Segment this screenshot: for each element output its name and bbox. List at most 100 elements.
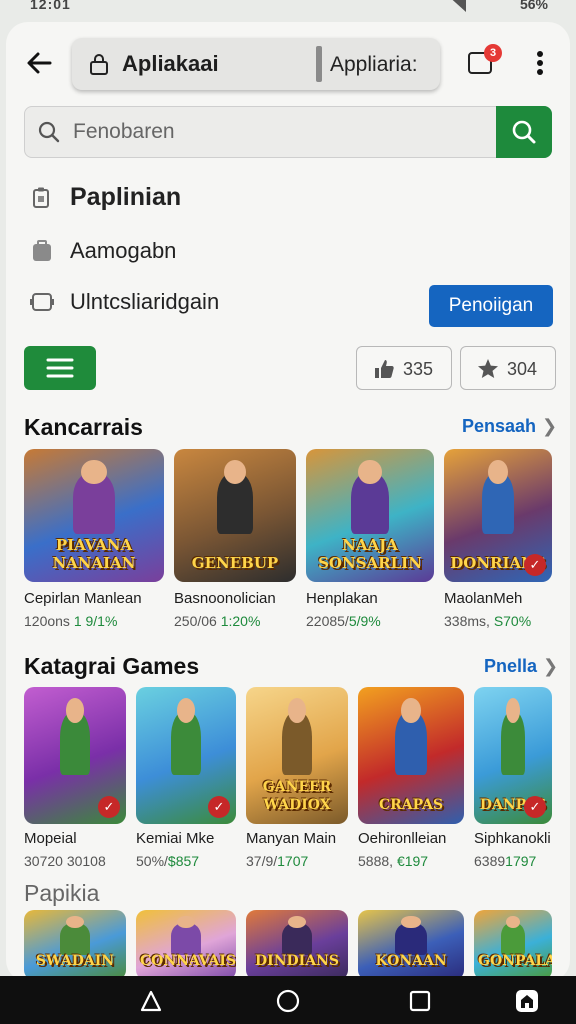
status-bar: 12:01 56%	[0, 0, 576, 22]
thumbs-up-icon	[375, 360, 394, 378]
app-thumbnail[interactable]: CRAPAS	[358, 687, 464, 824]
app-name[interactable]: Cepirlan Manlean	[24, 590, 142, 607]
app-thumbnail-title: SWADAIN	[35, 953, 115, 969]
app-name[interactable]: Siphkanokli	[474, 830, 551, 847]
app-thumbnail-title: GENEBUP	[191, 554, 279, 572]
app-thumbnail[interactable]: DONRIANS ✓	[444, 449, 552, 582]
app-thumbnail-title: CONNAVAIS	[140, 953, 236, 969]
stars-count: 304	[507, 359, 538, 379]
menu-item-label: Paplinian	[70, 183, 182, 211]
app-meta: 22085/5/9%	[306, 613, 381, 629]
app-thumbnail[interactable]: CONNAVAIS	[136, 910, 236, 980]
app-thumbnail-title: CRAPAS	[378, 797, 444, 813]
status-time: 12:01	[30, 0, 71, 12]
character-head	[224, 459, 246, 484]
app-name[interactable]: Oehironlleian	[358, 830, 446, 847]
menu-button[interactable]	[24, 346, 96, 390]
app-thumbnail[interactable]: GONPALAS	[474, 910, 552, 980]
app-meta: 120ons 1 9/1%	[24, 613, 117, 629]
search-button[interactable]	[496, 106, 552, 158]
more-vert-icon[interactable]	[528, 48, 552, 78]
back-triangle-icon[interactable]	[138, 988, 164, 1014]
back-arrow-icon[interactable]	[24, 48, 54, 78]
app-meta-rating: 1707	[277, 853, 309, 869]
app-thumbnail[interactable]: ✓	[24, 687, 126, 824]
tabs-button[interactable]: 3	[468, 44, 502, 76]
character-head	[401, 697, 421, 723]
app-thumbnail[interactable]: SWADAIN	[24, 910, 126, 980]
app-meta-rating: $857	[167, 853, 200, 869]
app-meta: 63891797	[474, 853, 536, 869]
checkmark-icon: ✓	[98, 796, 120, 818]
search-bar	[24, 106, 552, 158]
app-thumbnail[interactable]: GENEBUP	[174, 449, 296, 582]
search-icon	[512, 120, 536, 144]
app-thumbnail[interactable]: DANPAS ✓	[474, 687, 552, 824]
app-thumbnail[interactable]: DINDIANS	[246, 910, 348, 980]
character-head	[401, 915, 421, 929]
device-icon	[30, 293, 54, 311]
action-button[interactable]: Penoiigan	[429, 285, 553, 327]
character-head	[505, 915, 520, 929]
character-head	[81, 459, 107, 484]
browser-toolbar: Apliakaai Appliaria: 3	[6, 34, 570, 94]
app-meta-count: 120ons	[24, 613, 74, 629]
app-name[interactable]: Henplakan	[306, 590, 378, 607]
app-meta-count: 22085/	[306, 613, 349, 629]
link-label: Pnella	[484, 656, 538, 676]
search-input[interactable]	[73, 115, 493, 149]
likes-filter[interactable]: 335	[356, 346, 452, 390]
clipboard-icon	[33, 187, 49, 208]
page-title: Apliakaai	[122, 51, 219, 76]
app-thumbnail-title: KONAAN	[375, 953, 447, 969]
app-meta: 30720 30108	[24, 853, 106, 869]
home-circle-icon[interactable]	[275, 988, 301, 1014]
address-bar[interactable]: Apliakaai Appliaria:	[72, 38, 440, 90]
app-meta: 250/06 1:20%	[174, 613, 260, 629]
stars-filter[interactable]: 304	[460, 346, 556, 390]
bag-icon	[33, 240, 51, 261]
app-meta-rating: 1:20%	[220, 613, 261, 629]
app-thumbnail-title: DINDIANS	[255, 953, 339, 969]
section-see-more-link[interactable]: Pensaah ❯	[462, 416, 557, 437]
character-head	[488, 459, 508, 484]
app-meta-count: 338ms,	[444, 613, 494, 629]
app-meta: 37/9/1707	[246, 853, 308, 869]
search-icon	[38, 121, 60, 143]
likes-count: 335	[403, 359, 434, 379]
app-name[interactable]: Kemiai Mke	[136, 830, 214, 847]
tab-count-badge: 3	[484, 44, 502, 62]
signal-icon	[446, 0, 466, 12]
page-subtitle: Appliaria:	[330, 53, 418, 76]
app-thumbnail[interactable]: NAAJA SONSARLIN	[306, 449, 434, 582]
app-name[interactable]: Basnoonolician	[174, 590, 276, 607]
link-label: Pensaah	[462, 416, 537, 436]
character-head	[287, 697, 307, 723]
character-head	[358, 459, 382, 484]
section-title: Papikia	[24, 880, 100, 906]
chevron-right-icon: ❯	[542, 416, 558, 436]
recents-square-icon[interactable]	[407, 988, 433, 1014]
character-head	[65, 697, 85, 723]
app-meta-count: 250/06	[174, 613, 221, 629]
app-meta-rating: 1 9/1%	[73, 613, 118, 629]
app-name[interactable]: MaolanMeh	[444, 590, 522, 607]
app-thumbnail[interactable]: PIAVANA NANAIAN	[24, 449, 164, 582]
app-thumbnail[interactable]: GANEER WADIOX	[246, 687, 348, 824]
app-meta-count: 30720 30108	[24, 853, 106, 869]
home-app-icon[interactable]	[514, 988, 540, 1014]
app-meta: 5888, €197	[358, 853, 428, 869]
app-meta-count: 5888,	[358, 853, 397, 869]
app-name[interactable]: Manyan Main	[246, 830, 336, 847]
section-see-more-link[interactable]: Pnella ❯	[484, 656, 558, 677]
app-meta-count: 50%/	[136, 853, 168, 869]
app-name[interactable]: Mopeial	[24, 830, 77, 847]
app-thumbnail[interactable]: ✓	[136, 687, 236, 824]
checkmark-icon: ✓	[524, 796, 546, 818]
battery-text: 56%	[519, 0, 548, 12]
app-thumbnail-title: PIAVANA NANAIAN	[52, 536, 136, 572]
app-meta: 50%/$857	[136, 853, 199, 869]
app-thumbnail[interactable]: KONAAN	[358, 910, 464, 980]
checkmark-icon: ✓	[208, 796, 230, 818]
app-thumbnail-title: NAAJA SONSARLIN	[318, 536, 422, 572]
